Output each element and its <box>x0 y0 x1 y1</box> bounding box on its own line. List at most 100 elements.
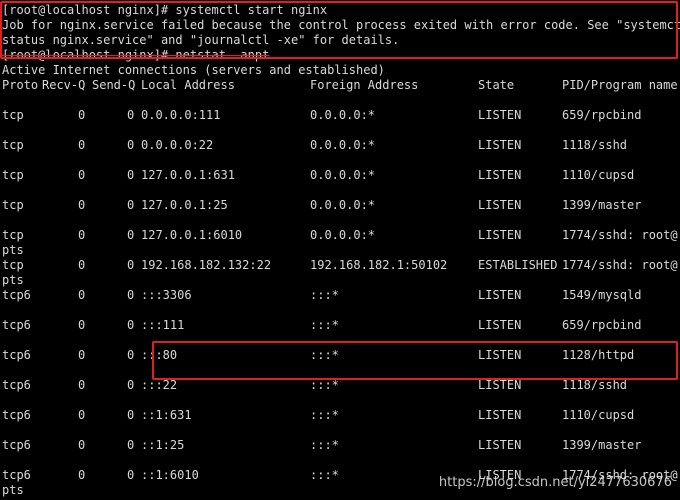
cell-sendq: 0 <box>127 348 135 362</box>
cell-foreign-address: :::* <box>310 288 339 302</box>
cell-proto: tcp6 <box>2 468 31 482</box>
cell-pid-program: 1118/sshd <box>562 378 628 392</box>
cell-pid-program: 659/rpcbind <box>562 108 642 122</box>
cell-recvq: 0 <box>78 228 86 242</box>
cell-proto: tcp6 <box>2 378 31 392</box>
cell-recvq: 0 <box>78 468 86 482</box>
cell-recvq: 0 <box>78 378 86 392</box>
cell-foreign-address: 0.0.0.0:* <box>310 228 376 242</box>
cell-proto: tcp <box>2 228 24 242</box>
cell-recvq: 0 <box>78 108 86 122</box>
table-row: tcp 0 0 192.168.182.132:22 192.168.182.1… <box>0 258 680 273</box>
table-row: tcp6 0 0 :::111 :::* LISTEN 659/rpcbind <box>0 318 680 333</box>
cell-foreign-address: :::* <box>310 438 339 452</box>
cell-local-address: 127.0.0.1:6010 <box>141 228 243 242</box>
cell-proto: tcp <box>2 198 24 212</box>
cell-recvq: 0 <box>78 408 86 422</box>
cell-local-address: 192.168.182.132:22 <box>141 258 272 272</box>
cell-foreign-address: 0.0.0.0:* <box>310 138 376 152</box>
header-pid-program: PID/Program name <box>562 78 678 92</box>
cell-state: LISTEN <box>478 348 522 362</box>
header-recvq: Recv-Q <box>42 78 86 92</box>
cell-state: LISTEN <box>478 288 522 302</box>
terminal-line-netstat-title: Active Internet connections (servers and… <box>2 63 385 77</box>
cell-recvq: 0 <box>78 138 86 152</box>
cell-local-address: :::22 <box>141 378 178 392</box>
cell-foreign-address: 0.0.0.0:* <box>310 198 376 212</box>
row-wrap-continuation: pts <box>2 483 24 497</box>
cell-state: ESTABLISHED <box>478 258 558 272</box>
watermark-text: https://blog.csdn.net/yl2477630676 <box>438 475 672 490</box>
table-row: tcp6 0 0 ::1:25 :::* LISTEN 1399/master <box>0 438 680 453</box>
cell-local-address: :::111 <box>141 318 185 332</box>
cell-proto: tcp <box>2 108 24 122</box>
cell-proto: tcp <box>2 138 24 152</box>
cell-state: LISTEN <box>478 378 522 392</box>
cell-sendq: 0 <box>127 228 135 242</box>
terminal-line-command-1: [root@localhost nginx]# systemctl start … <box>2 3 328 17</box>
cell-foreign-address: :::* <box>310 348 339 362</box>
cell-local-address: 127.0.0.1:25 <box>141 198 228 212</box>
table-row: tcp 0 0 127.0.0.1:25 0.0.0.0:* LISTEN 13… <box>0 198 680 213</box>
cell-sendq: 0 <box>127 108 135 122</box>
cell-pid-program: 1118/sshd <box>562 138 628 152</box>
cell-recvq: 0 <box>78 318 86 332</box>
table-row: tcp6 0 0 :::3306 :::* LISTEN 1549/mysqld <box>0 288 680 303</box>
terminal-line-error-2: status nginx.service" and "journalctl -x… <box>2 33 400 47</box>
cell-foreign-address: :::* <box>310 318 339 332</box>
cell-recvq: 0 <box>78 198 86 212</box>
cell-recvq: 0 <box>78 168 86 182</box>
terminal-line-error-1: Job for nginx.service failed because the… <box>2 18 680 32</box>
cell-state: LISTEN <box>478 198 522 212</box>
cell-pid-program: 1774/sshd: root@ <box>562 258 678 272</box>
cell-state: LISTEN <box>478 108 522 122</box>
table-row: tcp 0 0 0.0.0.0:22 0.0.0.0:* LISTEN 1118… <box>0 138 680 153</box>
row-wrap-continuation: pts <box>2 243 24 257</box>
cell-recvq: 0 <box>78 438 86 452</box>
cell-state: LISTEN <box>478 138 522 152</box>
cell-sendq: 0 <box>127 168 135 182</box>
netstat-header-row: Proto Recv-Q Send-Q Local Address Foreig… <box>0 78 680 93</box>
cell-local-address: ::1:6010 <box>141 468 199 482</box>
table-row: tcp 0 0 127.0.0.1:631 0.0.0.0:* LISTEN 1… <box>0 168 680 183</box>
header-state: State <box>478 78 515 92</box>
table-row: tcp6 0 0 :::22 :::* LISTEN 1118/sshd <box>0 378 680 393</box>
cell-sendq: 0 <box>127 258 135 272</box>
cell-sendq: 0 <box>127 378 135 392</box>
terminal-line-command-2: [root@localhost nginx]# netstat -anpt <box>2 48 270 62</box>
cell-local-address: :::80 <box>141 348 178 362</box>
header-local-address: Local Address <box>141 78 235 92</box>
cell-foreign-address: :::* <box>310 378 339 392</box>
cell-state: LISTEN <box>478 318 522 332</box>
cell-pid-program: 1128/httpd <box>562 348 635 362</box>
header-sendq: Send-Q <box>92 78 136 92</box>
cell-local-address: ::1:25 <box>141 438 185 452</box>
cell-state: LISTEN <box>478 228 522 242</box>
table-row: tcp6 0 0 ::1:631 :::* LISTEN 1110/cupsd <box>0 408 680 423</box>
cell-sendq: 0 <box>127 408 135 422</box>
header-proto: Proto <box>2 78 39 92</box>
cell-recvq: 0 <box>78 348 86 362</box>
cell-pid-program: 1110/cupsd <box>562 408 635 422</box>
cell-sendq: 0 <box>127 138 135 152</box>
cell-sendq: 0 <box>127 438 135 452</box>
cell-local-address: 0.0.0.0:22 <box>141 138 214 152</box>
cell-proto: tcp <box>2 168 24 182</box>
cell-local-address: ::1:631 <box>141 408 192 422</box>
cell-sendq: 0 <box>127 468 135 482</box>
cell-foreign-address: :::* <box>310 468 339 482</box>
table-row: tcp6 0 0 :::80 :::* LISTEN 1128/httpd <box>0 348 680 363</box>
cell-pid-program: 1549/mysqld <box>562 288 642 302</box>
cell-foreign-address: 0.0.0.0:* <box>310 108 376 122</box>
cell-state: LISTEN <box>478 408 522 422</box>
cell-foreign-address: :::* <box>310 408 339 422</box>
cell-state: LISTEN <box>478 168 522 182</box>
cell-pid-program: 1774/sshd: root@ <box>562 228 678 242</box>
row-wrap-continuation: pts <box>2 273 24 287</box>
cell-proto: tcp6 <box>2 318 31 332</box>
cell-proto: tcp6 <box>2 288 31 302</box>
cell-recvq: 0 <box>78 258 86 272</box>
table-row: tcp 0 0 127.0.0.1:6010 0.0.0.0:* LISTEN … <box>0 228 680 243</box>
cell-local-address: 127.0.0.1:631 <box>141 168 235 182</box>
cell-local-address: :::3306 <box>141 288 192 302</box>
